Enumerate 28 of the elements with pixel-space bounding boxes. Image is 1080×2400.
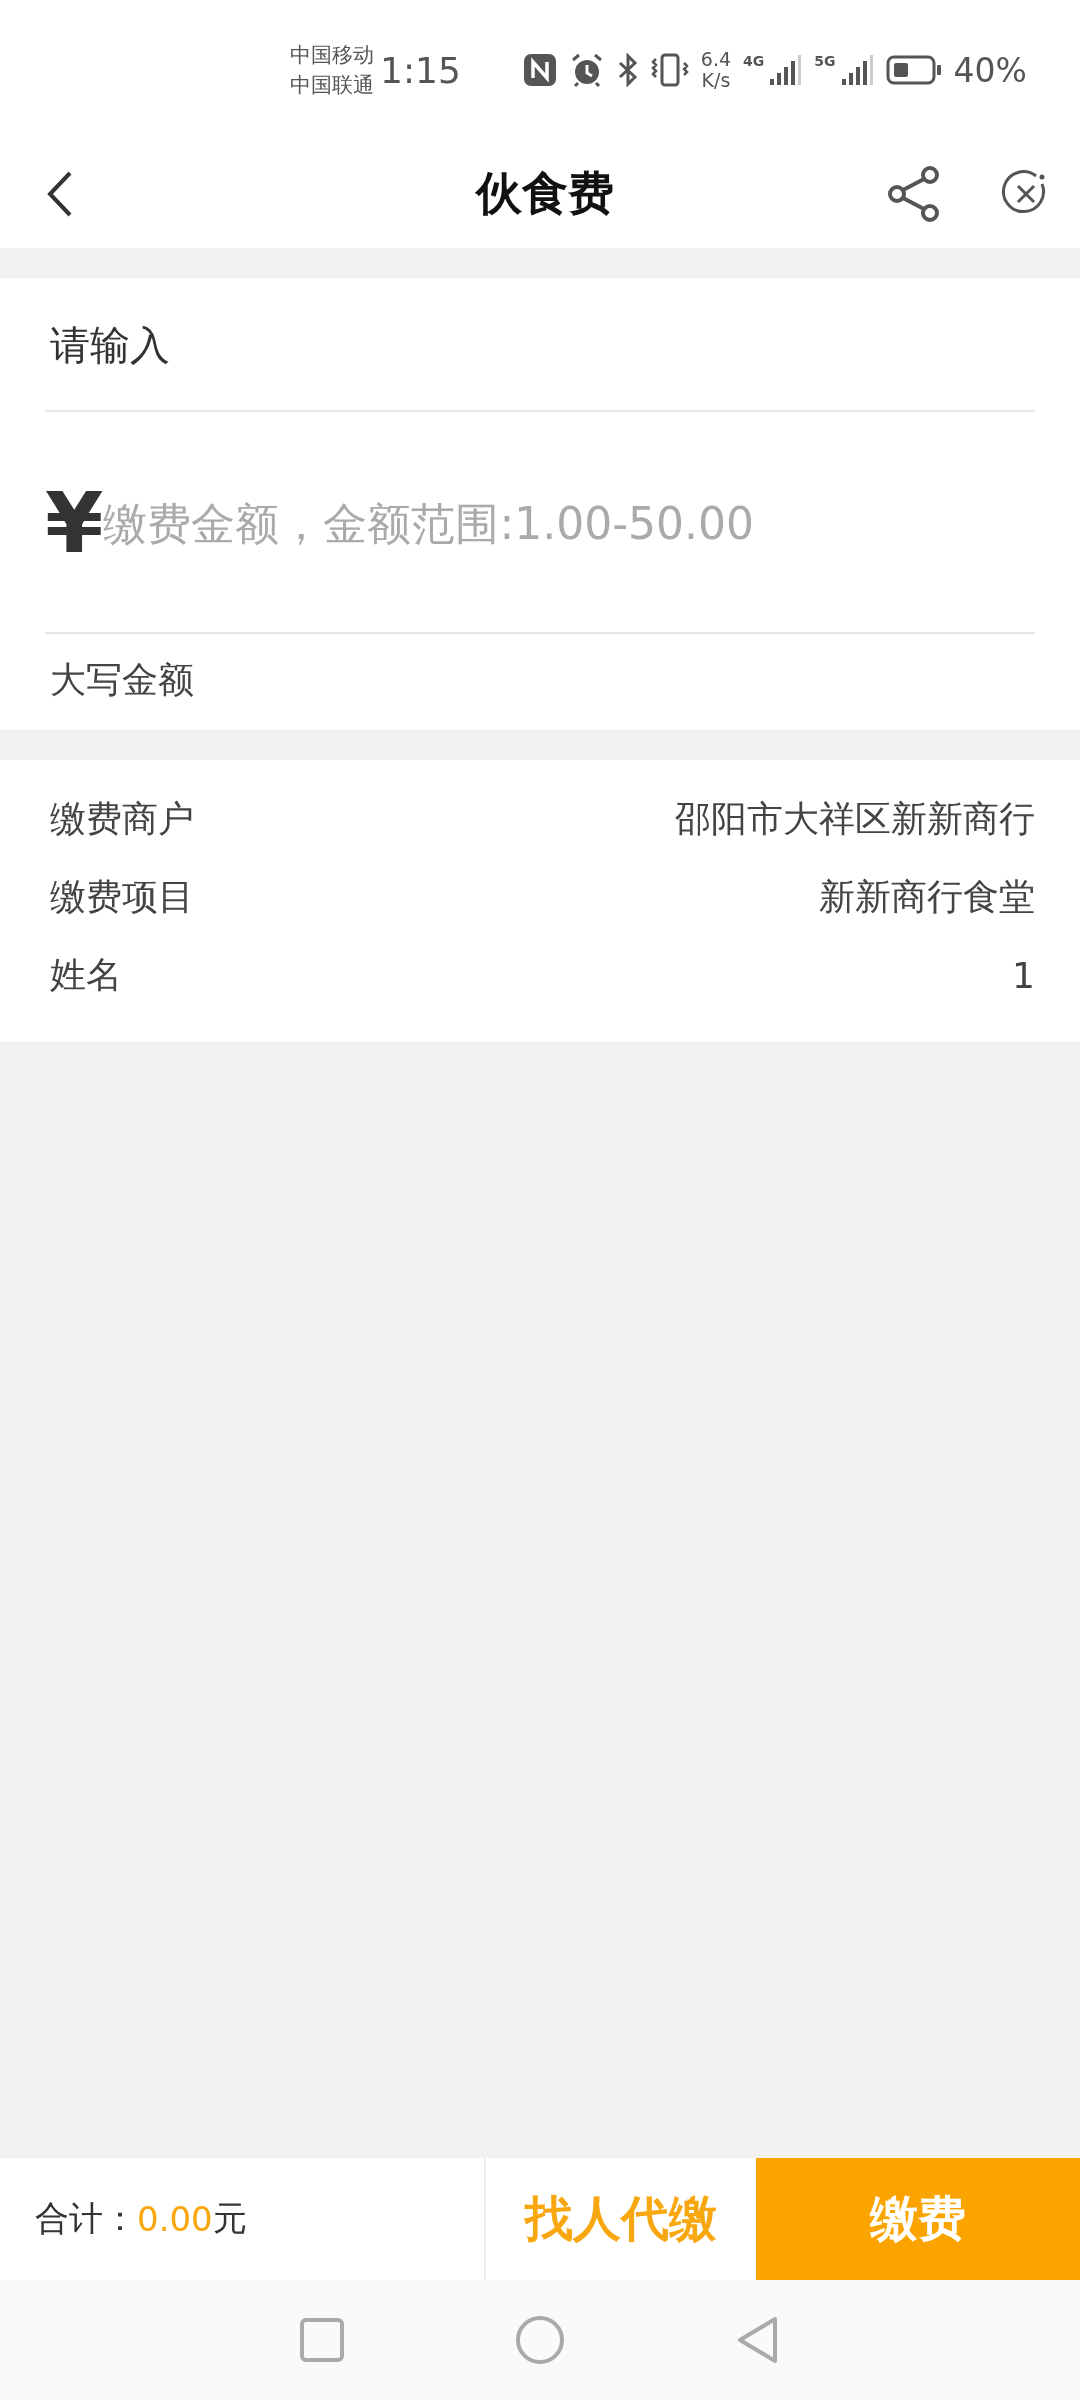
total-label: 合计： <box>35 2197 137 2240</box>
vibrate-icon <box>650 53 689 87</box>
clock-time: 1:15 <box>380 49 461 91</box>
network-type: 5G <box>814 53 836 69</box>
detail-value: 1 <box>1012 954 1035 996</box>
bluetooth-icon <box>616 53 639 87</box>
page-title: 伙食费 <box>476 165 614 222</box>
network-type: 4G <box>743 53 765 69</box>
network-speed: 6.4 <box>700 49 732 70</box>
detail-value: 新新商行食堂 <box>819 874 1035 919</box>
detail-label: 姓名 <box>50 952 122 997</box>
amount-field[interactable]: 缴费金额，金额范围:1.00-50.00 <box>103 412 1080 634</box>
input-field[interactable]: 请输入 <box>0 278 1080 412</box>
share-icon[interactable] <box>886 165 942 223</box>
nfc-icon <box>522 53 557 87</box>
currency-unit: 元 <box>212 2197 247 2240</box>
pay-button[interactable]: 缴费 <box>756 2158 1080 2280</box>
carrier-name: 中国联通 <box>290 72 374 99</box>
battery-icon <box>885 53 942 87</box>
total-amount: 0.00 <box>137 2199 213 2239</box>
battery-percentage: 40% <box>953 50 1027 90</box>
speed-unit: K/s <box>701 70 731 91</box>
detail-label: 缴费项目 <box>50 874 194 919</box>
uppercase-amount-label: 大写金额 <box>0 634 1080 730</box>
carrier-name: 中国移动 <box>290 42 374 69</box>
currency-symbol: ¥ <box>0 412 104 634</box>
detail-label: 缴费商户 <box>50 796 194 841</box>
detail-value: 邵阳市大祥区新新商行 <box>675 796 1035 841</box>
